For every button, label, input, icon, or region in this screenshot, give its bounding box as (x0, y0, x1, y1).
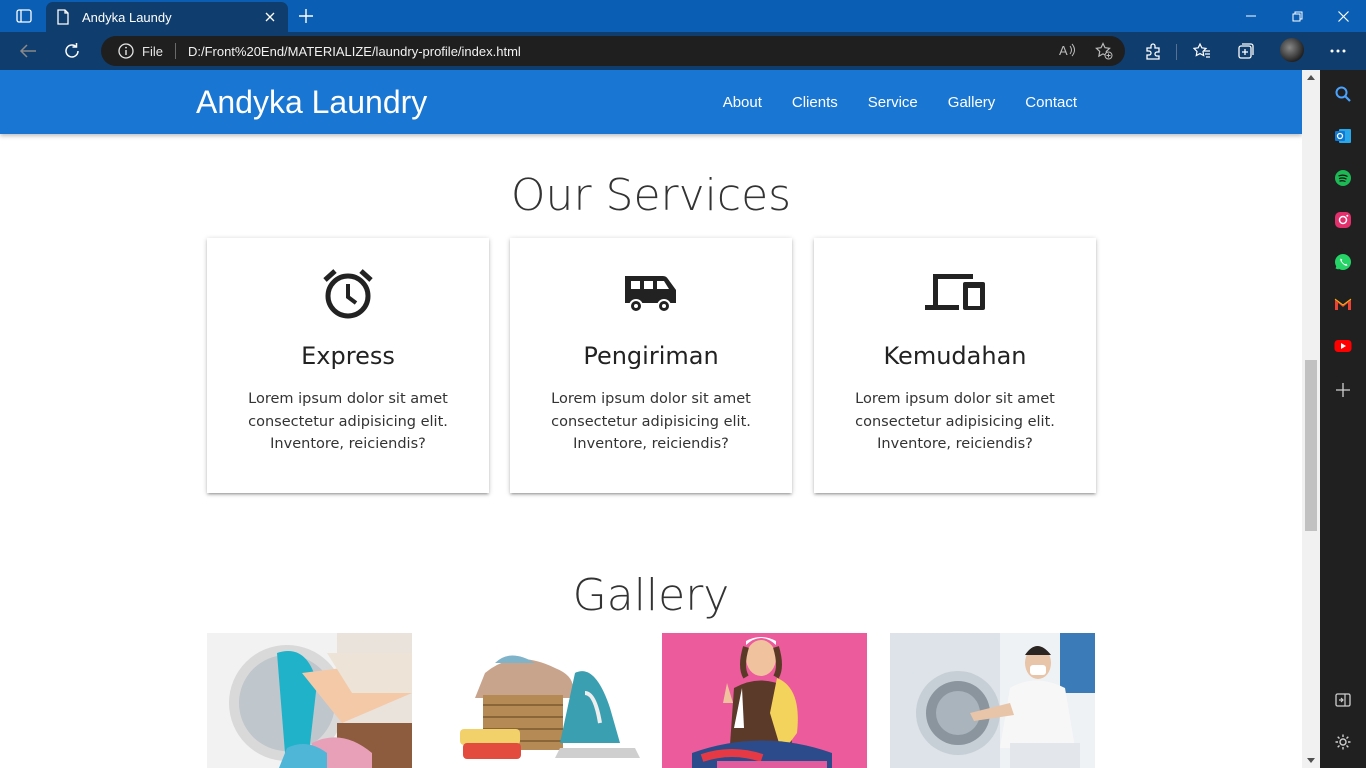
page-icon (57, 9, 69, 25)
card-text: Lorem ipsum dolor sit amet consectetur a… (551, 391, 751, 452)
woman-holding-clothes-photo[interactable] (662, 633, 867, 768)
browser-tab-bar: Andyka Laundy (0, 0, 1366, 32)
brand-logo[interactable]: Andyka Laundry (196, 84, 427, 121)
scheme-label: File (142, 43, 163, 59)
whatsapp-icon[interactable] (1333, 252, 1353, 272)
service-card-pengiriman: Pengiriman Lorem ipsum dolor sit amet co… (510, 238, 792, 493)
close-icon[interactable] (262, 9, 278, 25)
settings-icon[interactable] (1333, 732, 1353, 752)
card-title: Kemudahan (883, 342, 1027, 370)
scroll-thumb[interactable] (1305, 360, 1317, 531)
profile-avatar[interactable] (1280, 38, 1304, 62)
washing-machine-photo[interactable] (207, 633, 412, 768)
nav-link-service[interactable]: Service (853, 94, 933, 111)
address-separator (174, 43, 176, 59)
refresh-icon[interactable] (57, 37, 87, 65)
tab-title: Andyka Laundy (82, 9, 172, 25)
laundry-basket-iron-photo[interactable] (435, 633, 640, 768)
plus-icon[interactable] (296, 6, 316, 26)
card-text: Lorem ipsum dolor sit amet consectetur a… (248, 391, 448, 452)
service-card-express: Express Lorem ipsum dolor sit amet conse… (207, 238, 489, 493)
split-screen-icon[interactable] (1333, 690, 1353, 710)
url-text[interactable]: D:/Front%20End/MATERIALIZE/laundry-profi… (188, 44, 521, 59)
scroll-up-arrow-icon[interactable] (1307, 75, 1315, 80)
restore-icon[interactable] (1274, 0, 1320, 32)
nav-link-gallery[interactable]: Gallery (933, 94, 1011, 111)
address-bar[interactable]: File D:/Front%20End/MATERIALIZE/laundry-… (101, 36, 1125, 66)
alarm-clock-icon (207, 266, 489, 320)
back-icon[interactable] (13, 37, 43, 65)
site-navbar: Andyka Laundry About Clients Service Gal… (0, 70, 1302, 134)
add-icon[interactable] (1333, 380, 1353, 400)
woman-laundromat-photo[interactable] (890, 633, 1095, 768)
outlook-icon[interactable] (1333, 126, 1353, 146)
search-icon[interactable] (1333, 84, 1353, 104)
service-card-kemudahan: Kemudahan Lorem ipsum dolor sit amet con… (814, 238, 1096, 493)
nav-links: About Clients Service Gallery Contact (708, 70, 1092, 134)
extensions-icon[interactable] (1138, 37, 1168, 65)
card-text: Lorem ipsum dolor sit amet consectetur a… (855, 391, 1055, 452)
browser-tab[interactable]: Andyka Laundy (46, 2, 288, 32)
nav-link-about[interactable]: About (708, 94, 777, 111)
favorites-icon[interactable] (1187, 37, 1217, 65)
window-close-icon[interactable] (1320, 0, 1366, 32)
instagram-icon[interactable] (1333, 210, 1353, 230)
services-title: Our Services (510, 170, 792, 221)
toolbar-divider (1176, 44, 1177, 60)
gallery-title: Gallery (572, 570, 730, 621)
collections-icon[interactable] (1231, 37, 1261, 65)
card-title: Pengiriman (583, 342, 719, 370)
edge-sidebar (1320, 70, 1366, 768)
info-icon[interactable] (118, 43, 134, 59)
devices-icon (814, 266, 1096, 320)
read-aloud-icon[interactable]: A (1059, 42, 1077, 58)
minimize-icon[interactable] (1228, 0, 1274, 32)
favorite-add-icon[interactable] (1095, 42, 1113, 60)
page-scrollbar[interactable] (1302, 70, 1320, 768)
tab-actions-icon[interactable] (8, 4, 40, 28)
browser-toolbar: File D:/Front%20End/MATERIALIZE/laundry-… (0, 32, 1366, 70)
scroll-down-arrow-icon[interactable] (1307, 758, 1315, 763)
card-title: Express (301, 342, 395, 370)
youtube-icon[interactable] (1333, 336, 1353, 356)
spotify-icon[interactable] (1333, 168, 1353, 188)
van-icon (510, 266, 792, 320)
svg-text:A: A (1059, 43, 1068, 58)
nav-link-clients[interactable]: Clients (777, 94, 853, 111)
nav-link-contact[interactable]: Contact (1010, 94, 1092, 111)
more-icon[interactable] (1323, 37, 1353, 65)
gmail-icon[interactable] (1333, 294, 1353, 314)
page-viewport: Andyka Laundry About Clients Service Gal… (0, 70, 1302, 768)
